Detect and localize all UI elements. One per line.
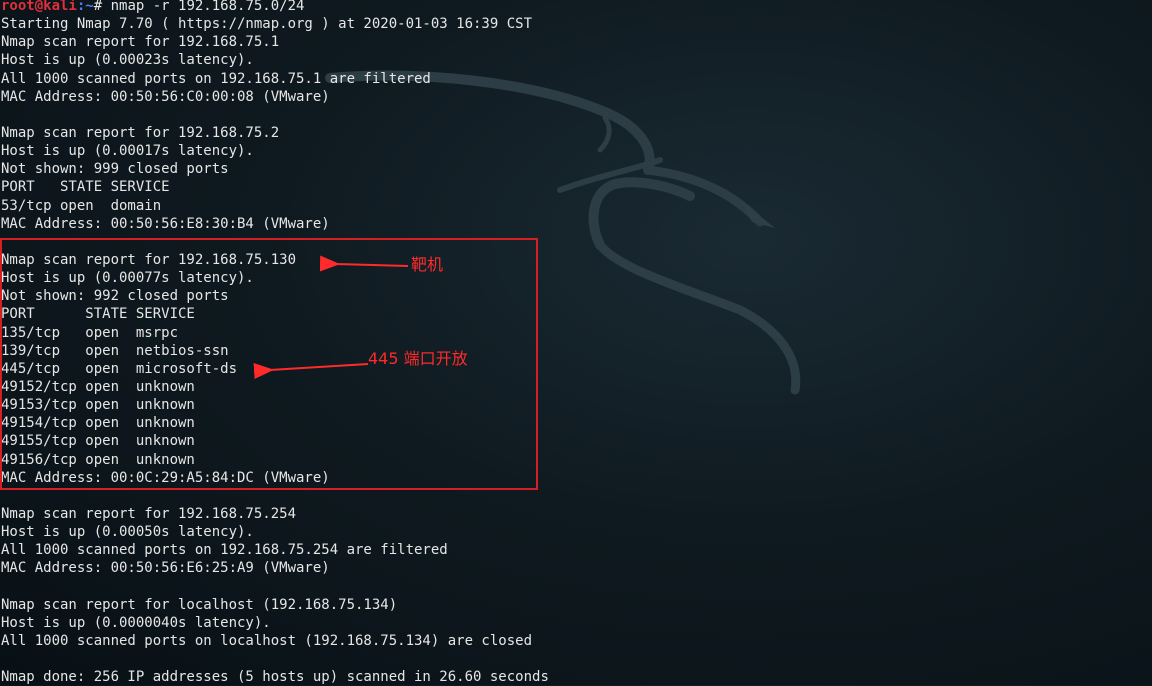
target-annotation: 靶机 <box>411 255 444 274</box>
port-open-annotation: 445 端口开放 <box>368 349 468 368</box>
annotation-arrows <box>253 255 409 379</box>
port-arrow <box>253 362 369 379</box>
target-arrow <box>319 255 409 272</box>
